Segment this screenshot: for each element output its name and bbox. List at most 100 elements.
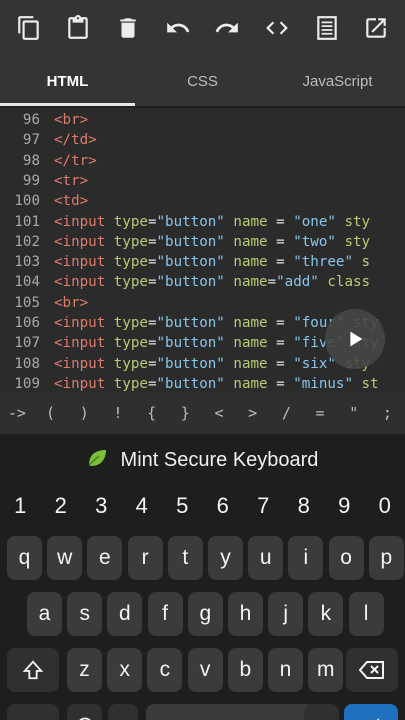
line-number: 103 <box>14 254 40 271</box>
key-k[interactable]: k <box>308 592 344 636</box>
code-line[interactable]: 109 <input type="button" name = "minus" s… <box>0 374 405 392</box>
line-number: 98 <box>22 152 40 169</box>
symbols-toggle-key[interactable]: ?123 <box>7 704 59 720</box>
line-number: 100 <box>14 193 40 210</box>
line-number: 105 <box>14 294 40 311</box>
symbol-key[interactable]: -> <box>0 404 34 422</box>
key-p[interactable]: p <box>368 536 404 580</box>
code-icon[interactable] <box>257 8 297 48</box>
code-text: <input type="button" name = "six" sty <box>54 355 370 372</box>
symbol-key[interactable]: ; <box>371 404 405 422</box>
number-key-2[interactable]: 2 <box>41 486 82 526</box>
symbol-key[interactable]: ! <box>101 404 135 422</box>
clipboard-icon[interactable] <box>58 8 98 48</box>
key-z[interactable]: z <box>67 648 102 692</box>
code-line[interactable]: 103 <input type="button" name = "three" s <box>0 252 405 272</box>
punctuation-key[interactable]: ,!? <box>304 704 339 720</box>
key-h[interactable]: h <box>228 592 263 636</box>
number-key-7[interactable]: 7 <box>243 486 284 526</box>
key-t[interactable]: t <box>167 536 203 580</box>
number-key-5[interactable]: 5 <box>162 486 203 526</box>
trash-icon[interactable] <box>108 8 148 48</box>
undo-icon[interactable] <box>158 8 198 48</box>
line-number: 104 <box>14 274 40 291</box>
code-line[interactable]: 97 </td> <box>0 130 405 150</box>
keyboard-header: Mint Secure Keyboard <box>0 434 405 486</box>
key-a[interactable]: a <box>27 592 62 636</box>
comma-key[interactable] <box>108 704 138 720</box>
code-line[interactable]: 99 <tr> <box>0 171 405 191</box>
shift-key[interactable] <box>7 648 59 692</box>
enter-key[interactable] <box>344 704 398 720</box>
key-q[interactable]: q <box>7 536 42 580</box>
symbol-key[interactable]: / <box>270 404 304 422</box>
code-line[interactable]: 96 <br> <box>0 110 405 130</box>
key-f[interactable]: f <box>147 592 183 636</box>
symbol-key[interactable]: " <box>337 404 371 422</box>
key-j[interactable]: j <box>268 592 304 636</box>
open-external-icon[interactable] <box>356 8 396 48</box>
key-n[interactable]: n <box>268 648 303 692</box>
number-key-8[interactable]: 8 <box>284 486 325 526</box>
key-x[interactable]: x <box>107 648 143 692</box>
key-w[interactable]: w <box>47 536 83 580</box>
symbol-bar: ->()!{} < > / = "; <box>0 392 405 434</box>
line-number: 109 <box>14 375 40 392</box>
code-text: </tr> <box>54 152 97 169</box>
number-key-6[interactable]: 6 <box>203 486 244 526</box>
space-key[interactable] <box>146 704 326 720</box>
key-v[interactable]: v <box>187 648 223 692</box>
key-y[interactable]: y <box>208 536 243 580</box>
symbol-key[interactable]: < <box>202 404 236 422</box>
key-o[interactable]: o <box>328 536 364 580</box>
symbol-key[interactable]: > <box>236 404 270 422</box>
key-u[interactable]: u <box>248 536 284 580</box>
number-key-0[interactable]: 0 <box>365 486 405 526</box>
line-number: 97 <box>22 132 40 149</box>
language-tabs: HTML CSS JavaScript <box>0 56 405 106</box>
key-c[interactable]: c <box>147 648 183 692</box>
line-number: 101 <box>14 213 40 230</box>
key-l[interactable]: l <box>348 592 384 636</box>
copy-icon[interactable] <box>9 8 49 48</box>
backspace-key[interactable] <box>346 648 398 692</box>
emoji-key[interactable] <box>67 704 102 720</box>
code-line[interactable]: 101 <input type="button" name = "one" sty <box>0 212 405 232</box>
backspace-icon <box>359 661 384 679</box>
editor-toolbar <box>0 0 405 56</box>
symbol-key[interactable]: ( <box>34 404 68 422</box>
key-g[interactable]: g <box>187 592 223 636</box>
symbol-key[interactable]: ) <box>67 404 101 422</box>
run-button[interactable] <box>325 309 385 369</box>
code-text: <input type="button" name="add" class <box>54 274 371 291</box>
code-line[interactable]: 100 <td> <box>0 191 405 211</box>
tab-javascript[interactable]: JavaScript <box>270 56 405 106</box>
tab-html[interactable]: HTML <box>0 56 135 106</box>
symbol-key[interactable]: = <box>303 404 337 422</box>
tab-css[interactable]: CSS <box>135 56 270 106</box>
key-e[interactable]: e <box>87 536 123 580</box>
code-line[interactable]: 98 </tr> <box>0 151 405 171</box>
key-s[interactable]: s <box>67 592 103 636</box>
key-i[interactable]: i <box>288 536 324 580</box>
code-text: <br> <box>54 112 89 128</box>
key-d[interactable]: d <box>107 592 143 636</box>
line-number: 108 <box>14 355 40 372</box>
number-key-4[interactable]: 4 <box>122 486 163 526</box>
document-icon[interactable] <box>307 8 347 48</box>
key-r[interactable]: r <box>127 536 163 580</box>
code-text: <br> <box>54 294 89 311</box>
key-m[interactable]: m <box>308 648 344 692</box>
code-text: <input type="button" name = "two" sty <box>54 233 371 250</box>
symbol-key[interactable]: { <box>135 404 169 422</box>
symbol-key[interactable]: } <box>168 404 202 422</box>
number-key-3[interactable]: 3 <box>81 486 122 526</box>
code-text: </td> <box>54 132 97 149</box>
redo-icon[interactable] <box>207 8 247 48</box>
line-number: 102 <box>14 233 40 250</box>
number-key-9[interactable]: 9 <box>324 486 365 526</box>
number-key-1[interactable]: 1 <box>0 486 41 526</box>
code-line[interactable]: 104 <input type="button" name="add" class <box>0 272 405 292</box>
key-b[interactable]: b <box>227 648 263 692</box>
code-line[interactable]: 102 <input type="button" name = "two" sty <box>0 232 405 252</box>
